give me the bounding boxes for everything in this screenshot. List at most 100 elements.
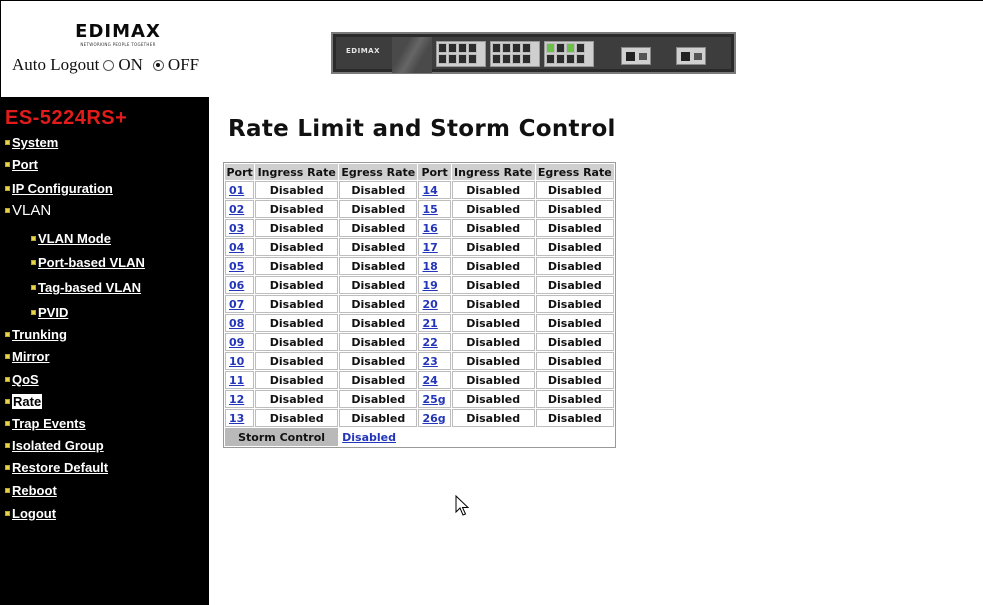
ingress-rate-cell: Disabled <box>255 257 339 275</box>
sidebar-item-port-based-vlan[interactable]: Port-based VLAN <box>31 255 145 270</box>
egress-rate-cell: Disabled <box>339 352 418 370</box>
table-row: 03 Disabled Disabled 16 Disabled Disabled <box>225 219 614 237</box>
column-header: Port <box>225 164 255 180</box>
bullet-icon <box>31 260 36 265</box>
sidebar-item-ip-configuration[interactable]: IP Configuration <box>5 181 113 196</box>
switch-port-group-3 <box>544 41 594 67</box>
mouse-pointer-icon <box>455 495 470 516</box>
sidebar-item-logout[interactable]: Logout <box>5 506 56 521</box>
port-link[interactable]: 15 <box>422 203 437 216</box>
sidebar-item-isolated-group[interactable]: Isolated Group <box>5 438 104 453</box>
port-cell: 08 <box>225 314 255 332</box>
port-link[interactable]: 03 <box>229 222 244 235</box>
port-link[interactable]: 25g <box>422 393 445 406</box>
egress-rate-cell: Disabled <box>339 295 418 313</box>
auto-logout-on-label: ON <box>118 55 143 74</box>
port-link[interactable]: 20 <box>422 298 437 311</box>
port-cell: 21 <box>418 314 451 332</box>
port-link[interactable]: 10 <box>229 355 244 368</box>
rate-table: Port Ingress Rate Egress Rate Port Ingre… <box>224 163 615 447</box>
port-link[interactable]: 21 <box>422 317 437 330</box>
bullet-icon <box>5 186 10 191</box>
port-link[interactable]: 01 <box>229 184 244 197</box>
table-header-row: Port Ingress Rate Egress Rate Port Ingre… <box>225 164 614 180</box>
column-header: Egress Rate <box>535 164 614 180</box>
sidebar-item-reboot[interactable]: Reboot <box>5 483 57 498</box>
ingress-rate-cell: Disabled <box>451 295 535 313</box>
sidebar-item-port[interactable]: Port <box>5 157 38 172</box>
sidebar-item-trap-events[interactable]: Trap Events <box>5 416 86 431</box>
sidebar-item-trunking[interactable]: Trunking <box>5 327 67 342</box>
ingress-rate-cell: Disabled <box>255 200 339 218</box>
bullet-icon <box>5 140 10 145</box>
sidebar-item-qos[interactable]: QoS <box>5 372 39 387</box>
ingress-rate-cell: Disabled <box>451 333 535 351</box>
port-link[interactable]: 22 <box>422 336 437 349</box>
egress-rate-cell: Disabled <box>535 200 614 218</box>
port-link[interactable]: 23 <box>422 355 437 368</box>
sidebar-item-vlan-mode[interactable]: VLAN Mode <box>31 231 111 246</box>
port-link[interactable]: 14 <box>422 184 437 197</box>
port-link[interactable]: 19 <box>422 279 437 292</box>
port-link[interactable]: 08 <box>229 317 244 330</box>
egress-rate-cell: Disabled <box>535 219 614 237</box>
egress-rate-cell: Disabled <box>535 371 614 389</box>
port-link[interactable]: 05 <box>229 260 244 273</box>
port-link[interactable]: 16 <box>422 222 437 235</box>
port-cell: 16 <box>418 219 451 237</box>
port-link[interactable]: 06 <box>229 279 244 292</box>
sidebar-item-rate[interactable]: Rate <box>5 394 43 409</box>
sidebar-item-tag-based-vlan[interactable]: Tag-based VLAN <box>31 280 141 295</box>
port-cell: 24 <box>418 371 451 389</box>
egress-rate-cell: Disabled <box>339 200 418 218</box>
ingress-rate-cell: Disabled <box>255 295 339 313</box>
auto-logout-off-radio[interactable] <box>152 59 164 71</box>
sidebar-item-system[interactable]: System <box>5 135 58 150</box>
port-link[interactable]: 02 <box>229 203 244 216</box>
port-link[interactable]: 17 <box>422 241 437 254</box>
port-link[interactable]: 04 <box>229 241 244 254</box>
port-cell: 23 <box>418 352 451 370</box>
ingress-rate-cell: Disabled <box>255 352 339 370</box>
logo-word: EDIMAX <box>75 21 161 42</box>
port-cell: 03 <box>225 219 255 237</box>
port-link[interactable]: 12 <box>229 393 244 406</box>
port-link[interactable]: 07 <box>229 298 244 311</box>
bullet-icon <box>5 421 10 426</box>
ingress-rate-cell: Disabled <box>255 238 339 256</box>
port-cell: 07 <box>225 295 255 313</box>
port-cell: 04 <box>225 238 255 256</box>
egress-rate-cell: Disabled <box>535 352 614 370</box>
port-link[interactable]: 13 <box>229 412 244 425</box>
port-link[interactable]: 11 <box>229 374 244 387</box>
ingress-rate-cell: Disabled <box>451 276 535 294</box>
sidebar-item-mirror[interactable]: Mirror <box>5 349 50 364</box>
bullet-icon <box>5 377 10 382</box>
port-cell: 18 <box>418 257 451 275</box>
port-link[interactable]: 26g <box>422 412 445 425</box>
ingress-rate-cell: Disabled <box>451 390 535 408</box>
table-row: 11 Disabled Disabled 24 Disabled Disabled <box>225 371 614 389</box>
storm-control-link[interactable]: Disabled <box>342 431 396 444</box>
port-link[interactable]: 09 <box>229 336 244 349</box>
switch-brand: EDIMAX <box>346 47 380 55</box>
sidebar-item-pvid[interactable]: PVID <box>31 305 68 320</box>
port-cell: 01 <box>225 181 255 199</box>
ingress-rate-cell: Disabled <box>451 219 535 237</box>
port-cell: 14 <box>418 181 451 199</box>
ingress-rate-cell: Disabled <box>451 257 535 275</box>
ingress-rate-cell: Disabled <box>451 238 535 256</box>
egress-rate-cell: Disabled <box>339 257 418 275</box>
port-link[interactable]: 24 <box>422 374 437 387</box>
sidebar-item-vlan[interactable]: VLAN <box>5 202 51 219</box>
port-cell: 19 <box>418 276 451 294</box>
table-row: 08 Disabled Disabled 21 Disabled Disabled <box>225 314 614 332</box>
logo-tagline: NETWORKING PEOPLE TOGETHER <box>80 42 156 47</box>
bullet-icon <box>5 354 10 359</box>
port-cell: 13 <box>225 409 255 427</box>
sfp-port-2 <box>676 47 706 65</box>
egress-rate-cell: Disabled <box>535 257 614 275</box>
auto-logout-on-radio[interactable] <box>103 59 115 71</box>
port-link[interactable]: 18 <box>422 260 437 273</box>
sidebar-item-restore-default[interactable]: Restore Default <box>5 460 108 475</box>
